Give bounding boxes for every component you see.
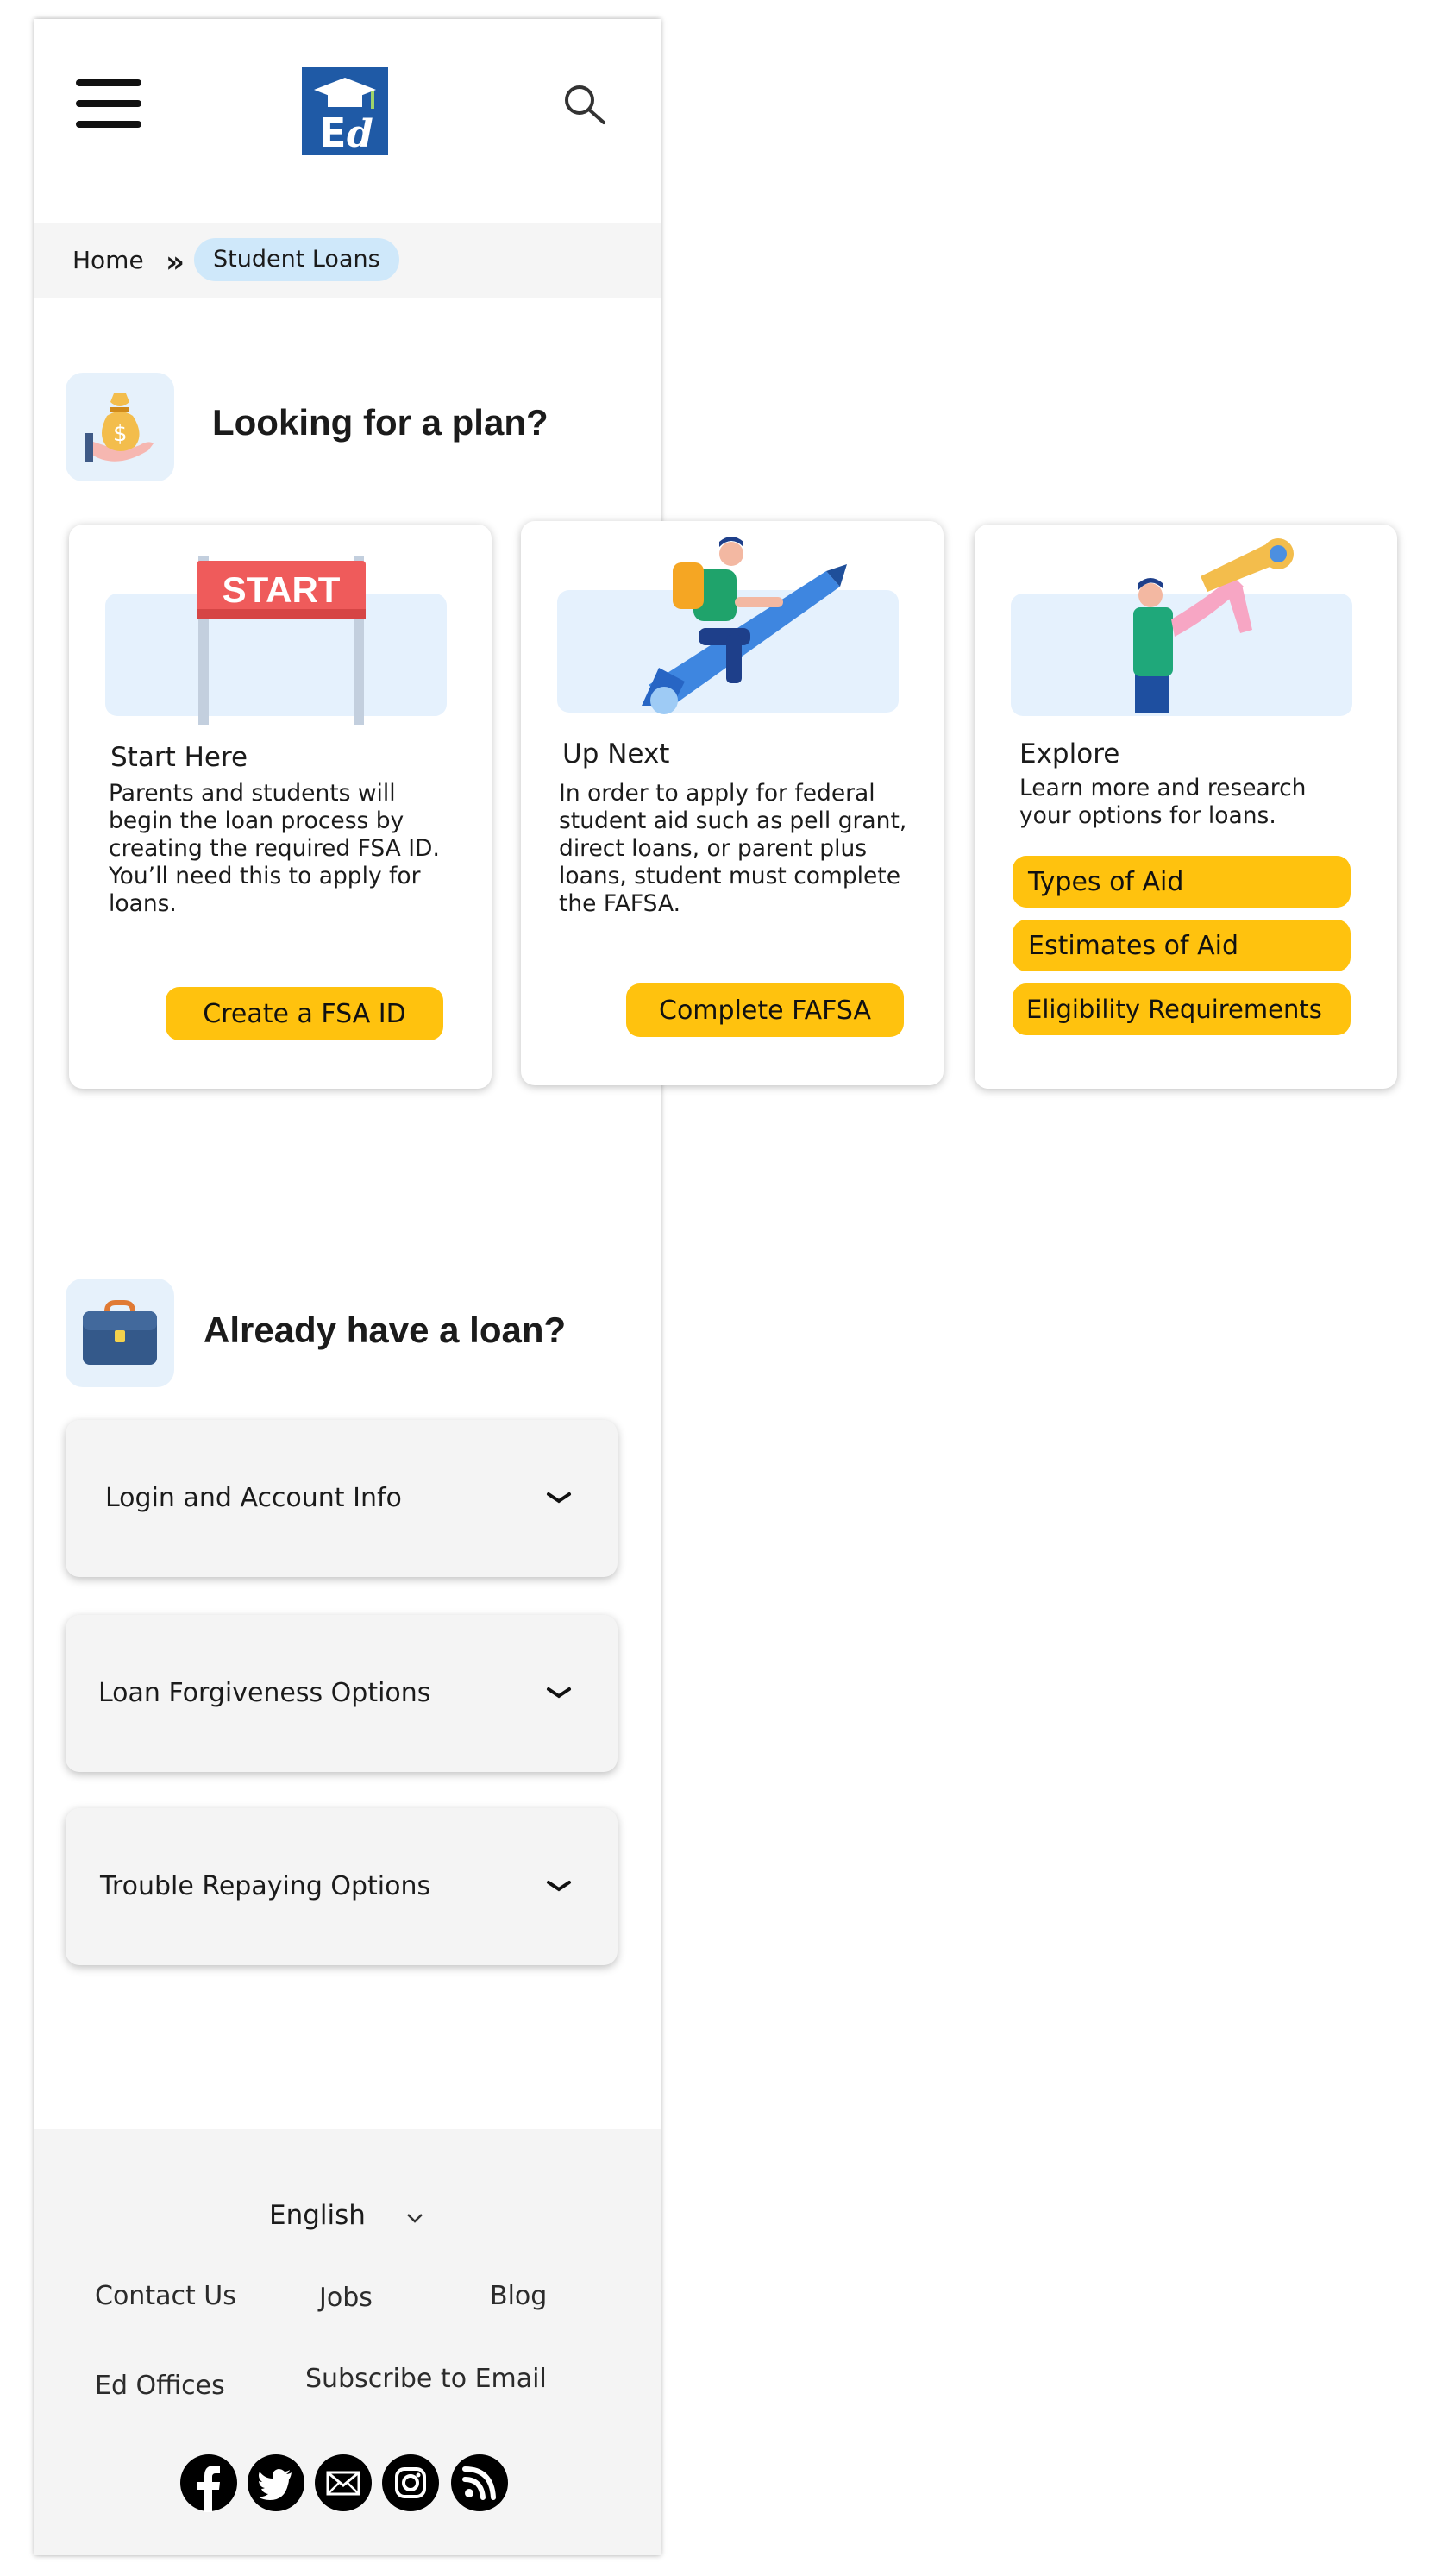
- explore-card: Explore Learn more and research your opt…: [975, 525, 1397, 1089]
- up-next-card: Up Next In order to apply for federal st…: [521, 521, 944, 1085]
- chevron-down-icon[interactable]: [405, 2212, 424, 2224]
- breadcrumb-home-link[interactable]: Home: [72, 223, 144, 298]
- svg-text:d: d: [347, 112, 373, 155]
- accordion-loan-forgiveness-options[interactable]: Loan Forgiveness Options: [66, 1615, 618, 1772]
- accordion-login-account-info[interactable]: Login and Account Info: [66, 1420, 618, 1577]
- breadcrumb-current[interactable]: Student Loans: [194, 238, 399, 281]
- footer-link-subscribe-to-email[interactable]: Subscribe to Email: [305, 2364, 547, 2394]
- telescope-illustration: [1133, 538, 1294, 713]
- hamburger-menu-icon[interactable]: [76, 78, 141, 129]
- start-banner-text: START: [223, 569, 341, 610]
- briefcase-icon: [66, 1279, 174, 1387]
- loan-section-title: Already have a loan?: [204, 1310, 567, 1350]
- accordion-label: Trouble Repaying Options: [100, 1871, 431, 1901]
- start-here-card: START Start Here Parents and students wi…: [69, 525, 492, 1089]
- footer-link-ed-offices[interactable]: Ed Offices: [95, 2371, 225, 2401]
- start-banner-illustration: START: [197, 556, 366, 725]
- accordion-label: Login and Account Info: [105, 1483, 402, 1513]
- facebook-icon[interactable]: [179, 2453, 238, 2512]
- card-description: In order to apply for federal student ai…: [559, 780, 907, 917]
- estimates-of-aid-button[interactable]: Estimates of Aid: [1013, 920, 1351, 971]
- chevron-down-icon: [547, 1881, 571, 1892]
- card-title: Up Next: [562, 738, 670, 770]
- footer-link-jobs[interactable]: Jobs: [319, 2283, 373, 2313]
- ed-logo-icon[interactable]: E d: [302, 67, 388, 155]
- complete-fafsa-button[interactable]: Complete FAFSA: [626, 983, 904, 1037]
- types-of-aid-button[interactable]: Types of Aid: [1013, 856, 1351, 908]
- chevron-down-icon: [547, 1687, 571, 1699]
- footer: English Contact Us Jobs Blog Ed Offices …: [34, 2129, 661, 2555]
- rocket-pencil-illustration: [642, 537, 847, 714]
- rss-icon[interactable]: [450, 2453, 509, 2512]
- card-description: Parents and students will begin the loan…: [109, 780, 440, 917]
- card-title: Start Here: [110, 742, 248, 773]
- email-icon[interactable]: [314, 2453, 373, 2512]
- create-fsa-id-button[interactable]: Create a FSA ID: [166, 987, 443, 1040]
- svg-text:$: $: [113, 421, 128, 447]
- svg-text:E: E: [319, 110, 346, 155]
- accordion-label: Loan Forgiveness Options: [98, 1678, 431, 1708]
- eligibility-requirements-button[interactable]: Eligibility Requirements: [1013, 983, 1351, 1035]
- footer-link-blog[interactable]: Blog: [490, 2281, 547, 2311]
- money-bag-icon: $: [66, 373, 174, 481]
- breadcrumb-separator: »: [166, 245, 185, 280]
- accordion-trouble-repaying-options[interactable]: Trouble Repaying Options: [66, 1808, 618, 1965]
- plan-section-title: Looking for a plan?: [212, 402, 549, 443]
- card-title: Explore: [1019, 738, 1120, 770]
- chevron-down-icon: [547, 1492, 571, 1504]
- instagram-icon[interactable]: [381, 2453, 440, 2512]
- language-selector[interactable]: English: [269, 2200, 366, 2231]
- card-description: Learn more and research your options for…: [1019, 775, 1307, 829]
- twitter-icon[interactable]: [247, 2453, 305, 2512]
- footer-link-contact-us[interactable]: Contact Us: [95, 2281, 236, 2311]
- search-icon[interactable]: [561, 81, 609, 129]
- mobile-page: E d Home » Student Loans $ Looking for a…: [34, 19, 1397, 2555]
